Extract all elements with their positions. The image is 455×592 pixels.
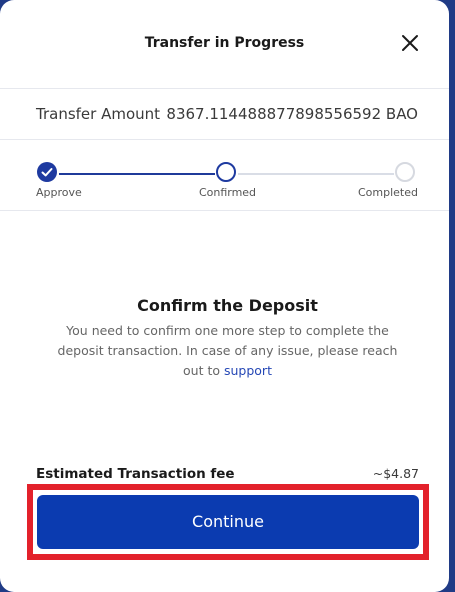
stepper-line-pending [238,173,394,175]
modal-title: Transfer in Progress [144,35,305,51]
transfer-amount-label: Transfer Amount [36,105,161,123]
close-icon[interactable] [401,34,419,52]
confirm-description: You need to confirm one more step to com… [55,321,400,381]
transfer-amount-row: Transfer Amount 8367.114488877898556592 … [0,89,449,140]
confirm-title: Confirm the Deposit [137,296,318,315]
transfer-modal: Transfer in Progress Transfer Amount 836… [0,0,449,592]
step-confirmed-node [216,162,236,182]
check-icon [41,168,53,177]
support-link[interactable]: support [224,363,272,378]
modal-header: Transfer in Progress [0,0,449,89]
transfer-amount-value: 8367.114488877898556592 BAO [166,105,418,123]
step-completed-label: Completed [358,186,418,199]
continue-button[interactable]: Continue [37,495,419,549]
step-completed-node [395,162,415,182]
fee-value: ~$4.87 [372,466,419,481]
progress-stepper: Approve Confirmed Completed [0,140,449,211]
fee-label: Estimated Transaction fee [36,466,235,482]
stepper-line-done [59,173,215,175]
step-approve-node [37,162,57,182]
